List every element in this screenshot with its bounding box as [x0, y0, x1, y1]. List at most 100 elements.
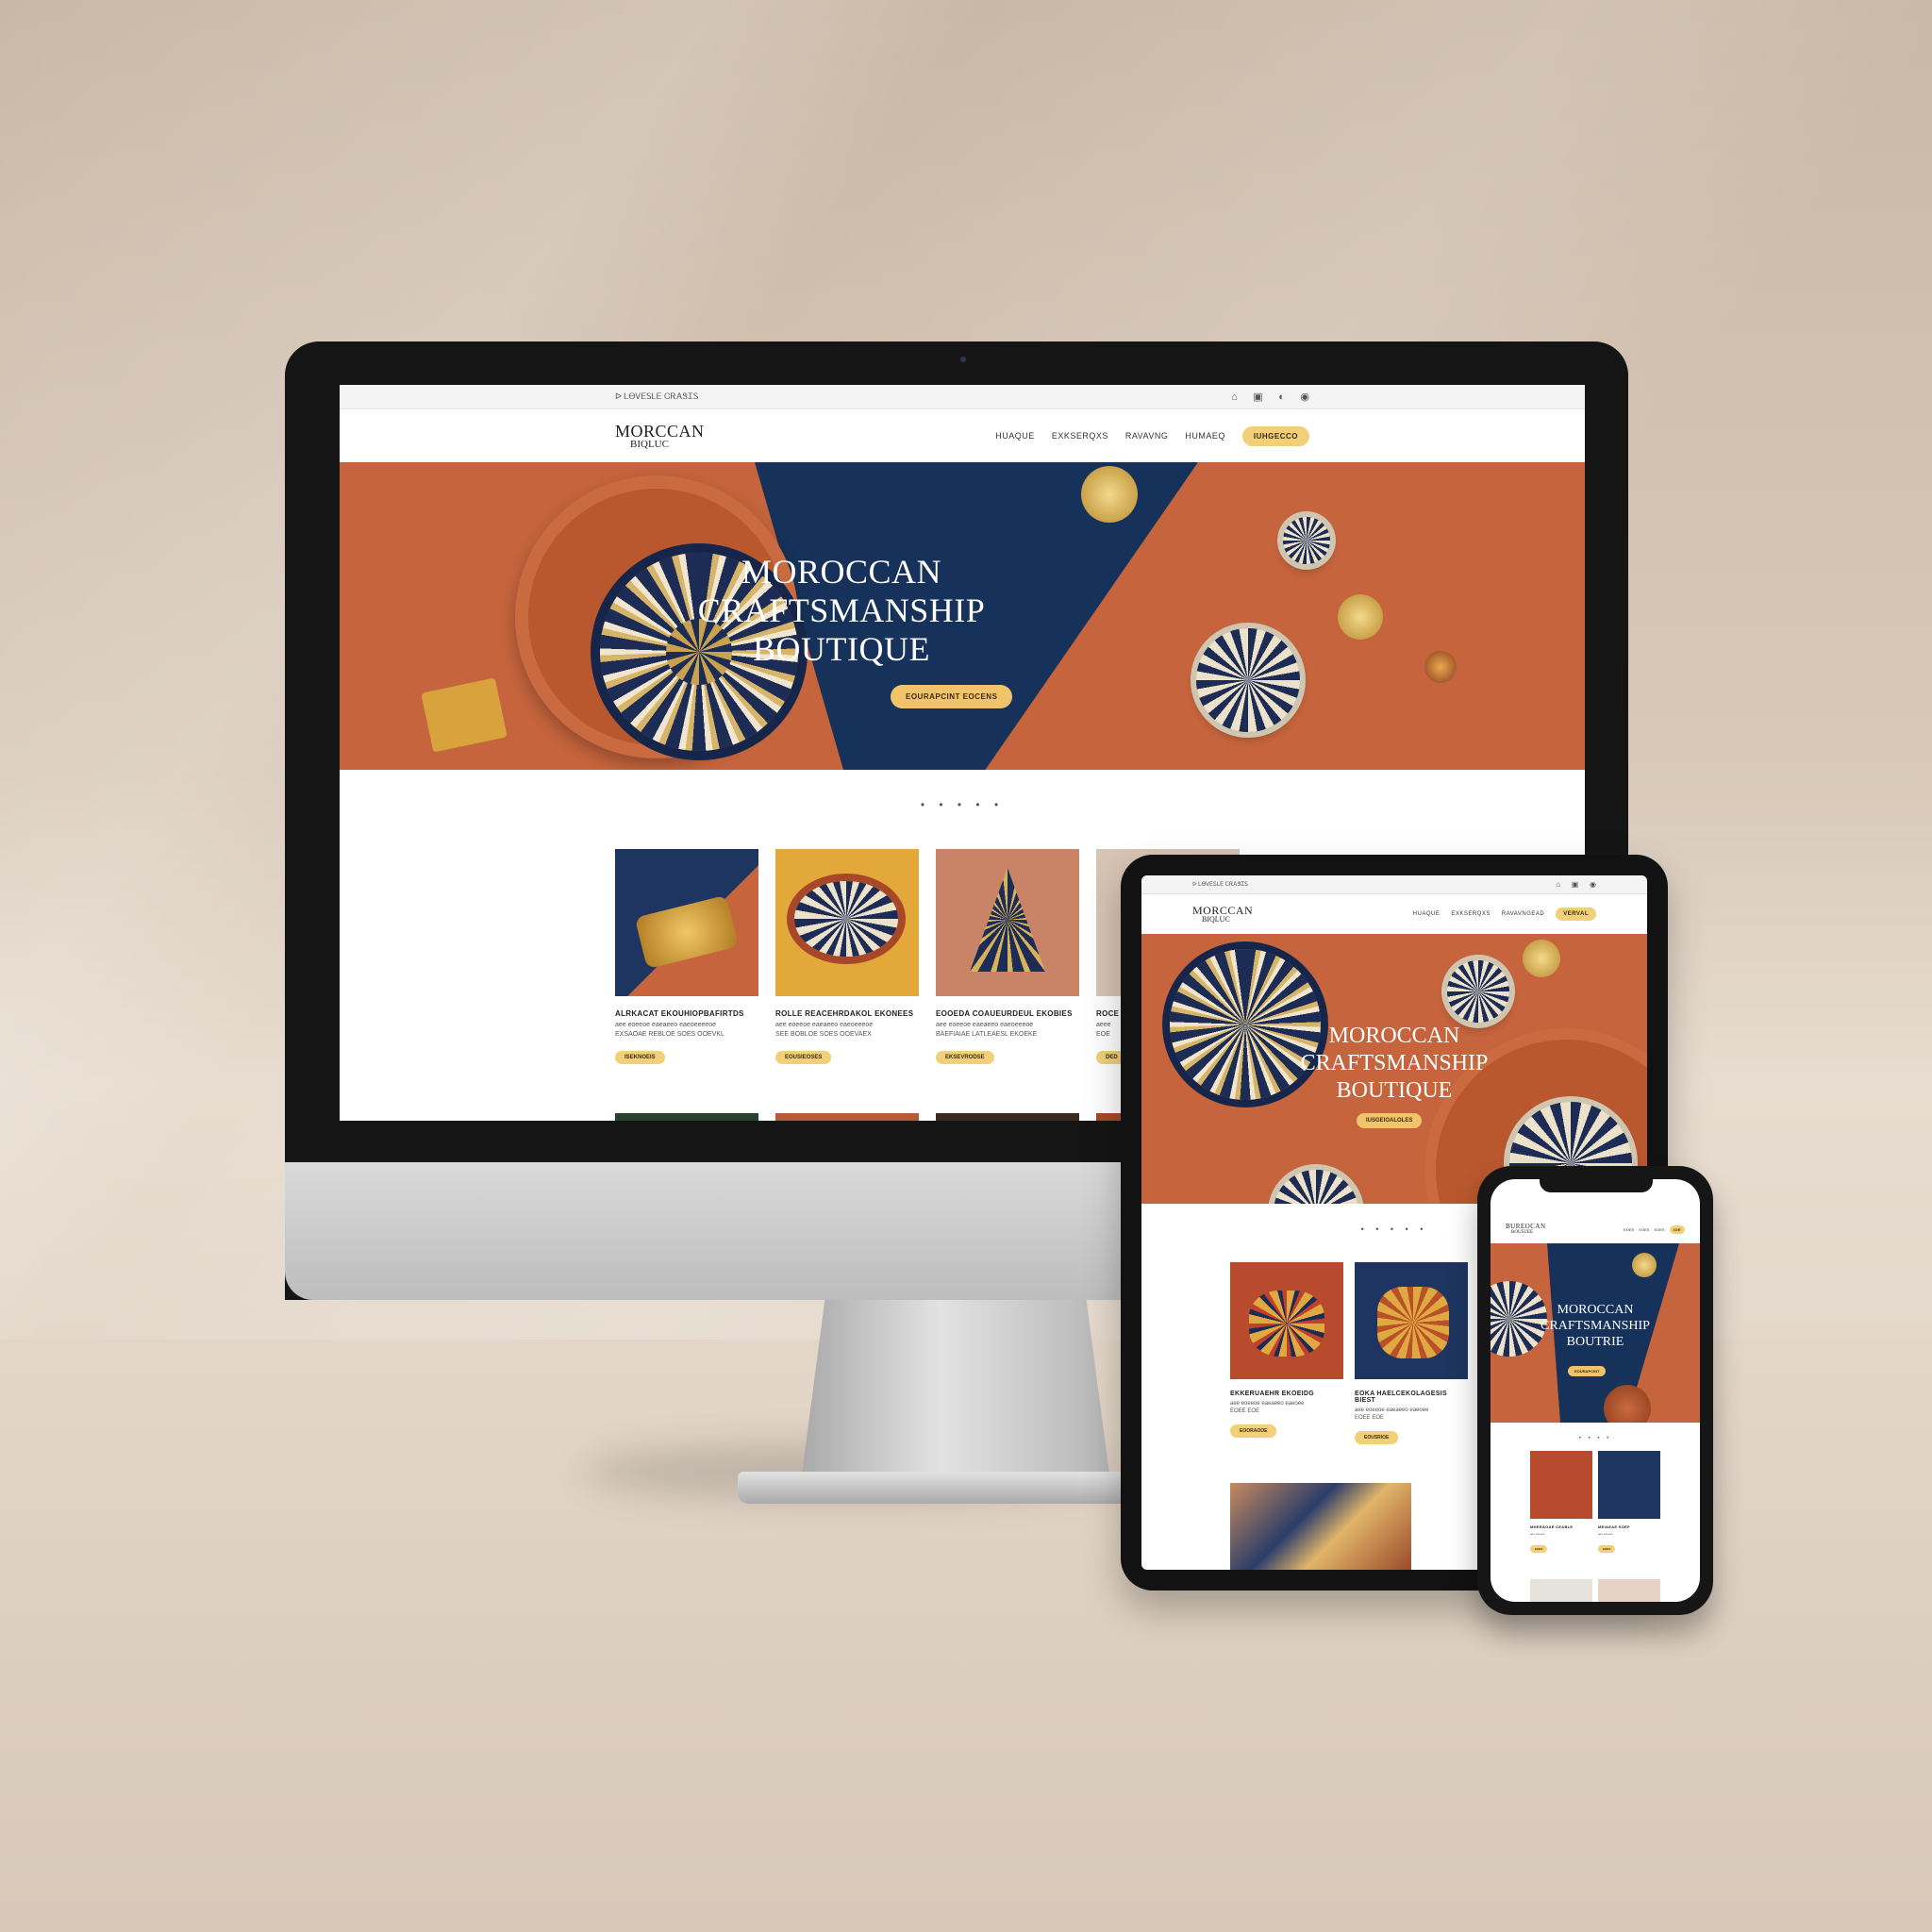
nav-link-3[interactable]: RAVAVNG: [1125, 431, 1169, 441]
product-thumb-peek[interactable]: [615, 1113, 758, 1121]
nav-link-2[interactable]: EOES: [1639, 1227, 1649, 1232]
product-image[interactable]: [936, 849, 1079, 996]
top-bar-text: ᐅ ᏞᎾᏙᎬᏚᏞᎬ ᏟᎡᎪᏕᏆᏚ: [615, 391, 699, 401]
hero-title: MOROCCAN CRAFTSMANSHIP BOUTIQUE: [340, 553, 1585, 669]
product-button[interactable]: EOUSRIOE: [1355, 1431, 1399, 1444]
logo-line-1: MORCCAN: [615, 421, 705, 441]
product-description: aee eoeeoe: [1530, 1532, 1545, 1536]
product-description: aee eoeeoe eaeaeeo eaeoeeeoe BAEFIAIAE LA…: [936, 1022, 1038, 1038]
phone-notch: [1540, 1175, 1653, 1192]
site-logo[interactable]: BUREOCAN BOUSUEE: [1506, 1223, 1546, 1236]
nav-link-3[interactable]: EOES: [1654, 1227, 1664, 1232]
nav-link-4[interactable]: HUMAEQ: [1185, 431, 1225, 441]
product-button[interactable]: EOORAOOE: [1230, 1424, 1277, 1438]
carousel-dots[interactable]: • • • •: [1491, 1436, 1700, 1441]
theme-icon[interactable]: ◐: [1278, 391, 1285, 403]
product-title: MEIAEAE SOEF: [1598, 1524, 1630, 1529]
nav-link-3[interactable]: RAVAVNGEAD: [1502, 911, 1544, 917]
terracotta-bowl: [1604, 1385, 1651, 1423]
desktop-top-bar: ᐅ ᏞᎾᏙᎬᏚᏞᎬ ᏟᎡᎪᏕᏆᏚ ⌂ ▣ ◐ ◉: [340, 385, 1585, 409]
product-card[interactable]: ROLLE REACEHRDAKOL EKONEES aee eoeeoe ea…: [775, 849, 919, 1064]
product-thumb-peek[interactable]: [936, 1113, 1079, 1121]
logo-line-2: BIQLUC: [630, 438, 669, 450]
product-image[interactable]: [615, 849, 758, 996]
product-description: aee eoeeoe eaeaeeo eaeoee EOEE EOE: [1230, 1401, 1305, 1414]
hero-title-line-3: BOUTIQUE: [753, 630, 930, 668]
hero-title: MOROCCAN CRAFTSMANSHIP BOUTRIE: [1491, 1302, 1700, 1350]
nav-links: HUAQUE EXKSERQXS RAVAVNGEAD VERVAL: [1413, 908, 1596, 921]
bottom-bowl: [1274, 1170, 1358, 1204]
top-bar-text: ᐅ ᏞᎾᏙᎬᏚᏞᎬ ᏟᎡᎪᏕᏆᏚ: [1192, 881, 1248, 888]
gold-dish: [1523, 940, 1560, 977]
window-icon[interactable]: ▣: [1572, 880, 1579, 889]
phone-nav: BUREOCAN BOUSUEE EOES EOES EOES IOE: [1491, 1219, 1700, 1240]
product-card[interactable]: MHERAOAE CEABLE aee eoeeoe EOES: [1530, 1451, 1592, 1555]
product-button[interactable]: EOES: [1598, 1545, 1616, 1553]
carousel-dots[interactable]: • • • • •: [340, 798, 1585, 817]
product-card[interactable]: EOKA HAELCEKOLAGESIS BIEST aee eoeeoe ea…: [1355, 1262, 1468, 1444]
nav-link-1[interactable]: HUAQUE: [995, 431, 1035, 441]
gold-sun-ornament: [1632, 1253, 1657, 1277]
product-grid: EKKERUAEHR EKOEIDG aee eoeeoe eaeaeeo ea…: [1230, 1262, 1468, 1444]
nav-cta-button[interactable]: IUHGECCO: [1241, 425, 1309, 446]
nav-links: HUAQUE EXKSERQXS RAVAVNG HUMAEQ IUHGECCO: [995, 425, 1309, 446]
nav-link-2[interactable]: EXKSERQXS: [1451, 911, 1491, 917]
nav-cta-button[interactable]: VERVAL: [1556, 908, 1596, 921]
product-card[interactable]: ALRKACAT EKOUHIOPBAFIRTDS aee eoeeoe eae…: [615, 849, 758, 1064]
nav-link-2[interactable]: EXKSERQXS: [1052, 431, 1108, 441]
product-description: aee eoeeoe eaeaeeo eaeoeeeeoe EXSAOAE REB…: [615, 1022, 724, 1038]
hero-title-line-3: BOUTRIE: [1566, 1335, 1624, 1349]
hero-title-line-1: MOROCCAN: [1557, 1303, 1634, 1317]
top-bar-icons: ⌂ ▣ ◐ ◉: [1218, 391, 1309, 403]
product-grid-row-2: [1530, 1579, 1660, 1602]
nav-cta-button[interactable]: IOE: [1669, 1224, 1685, 1234]
hero-cta-button[interactable]: EOURAPCINT: [1568, 1366, 1607, 1376]
home-icon[interactable]: ⌂: [1556, 880, 1560, 889]
site-logo[interactable]: MORCCAN BIQLUC: [615, 423, 705, 450]
product-description: aee eoeeoe eaeaeeo eaeoeeeoe SEE BOBLOE S…: [775, 1022, 874, 1038]
product-title: EOKA HAELCEKOLAGESIS BIEST: [1355, 1391, 1447, 1404]
product-title: MHERAOAE CEABLE: [1530, 1524, 1574, 1529]
product-thumb-peek[interactable]: [775, 1113, 919, 1121]
product-title: ROLLE REACEHRDAKOL EKONEES: [775, 1009, 914, 1018]
hero-gold-card: [421, 677, 508, 753]
hero-banner: MOROCCAN CRAFTSMANSHIP BOUTIQUE EOURAPCI…: [340, 462, 1585, 770]
product-image[interactable]: [775, 849, 919, 996]
logo-line-1: BUREOCAN: [1506, 1223, 1546, 1230]
product-image[interactable]: [1230, 1262, 1343, 1379]
hero-cta-button[interactable]: IUSGEIOALOLES: [1357, 1113, 1423, 1128]
product-title: EOOEDA COAUEURDEUL EKOBIES: [936, 1009, 1073, 1018]
product-image[interactable]: [1355, 1262, 1468, 1379]
product-card[interactable]: EKKERUAEHR EKOEIDG aee eoeeoe eaeaeeo ea…: [1230, 1262, 1343, 1444]
product-image[interactable]: [1530, 1451, 1592, 1519]
small-bowl: [1447, 960, 1509, 1023]
nav-link-1[interactable]: HUAQUE: [1413, 911, 1441, 917]
product-thumb-peek[interactable]: [1598, 1579, 1660, 1602]
product-card[interactable]: EOOEDA COAUEURDEUL EKOBIES aee eoeeoe ea…: [936, 849, 1079, 1064]
top-bar-icons: ⌂ ▣ ◉: [1546, 880, 1596, 889]
window-icon[interactable]: ▣: [1253, 391, 1262, 403]
product-description: aee eoeeoe eaeaeeo eaeoee EOEE EOE: [1355, 1407, 1429, 1421]
product-image[interactable]: [1598, 1451, 1660, 1519]
home-icon[interactable]: ⌂: [1231, 391, 1238, 403]
hero-cta-button[interactable]: EOURAPCINT EOCENS: [891, 685, 1013, 708]
monitor-stand-neck: [800, 1300, 1111, 1489]
product-title: ALRKACAT EKOUHIOPBAFIRTDS: [615, 1009, 744, 1018]
product-button[interactable]: EKSEVRODSE: [936, 1051, 994, 1064]
product-button[interactable]: EOES: [1530, 1545, 1548, 1553]
site-logo[interactable]: MORCCAN BIQLUC: [1192, 905, 1253, 924]
product-card[interactable]: MEIAEAE SOEF aee eoeeoe EOES: [1598, 1451, 1660, 1555]
logo-line-2: BIQLUC: [1202, 915, 1230, 924]
tablet-top-bar: ᐅ ᏞᎾᏙᎬᏚᏞᎬ ᏟᎡᎪᏕᏆᏚ ⌂ ▣ ◉: [1141, 875, 1647, 894]
featured-image[interactable]: [1230, 1483, 1411, 1570]
hero-title-line-2: CRAFTSMANSHIP: [1300, 1051, 1489, 1075]
product-thumb-peek[interactable]: [1530, 1579, 1592, 1602]
nav-link-1[interactable]: EOES: [1624, 1227, 1634, 1232]
phone-screen: BUREOCAN BOUSUEE EOES EOES EOES IOE MORO…: [1491, 1179, 1700, 1602]
product-button[interactable]: EOUSIEOSES: [775, 1051, 832, 1064]
account-icon[interactable]: ◉: [1300, 391, 1309, 403]
product-button[interactable]: ISEKNOEIS: [615, 1051, 665, 1064]
account-icon[interactable]: ◉: [1590, 880, 1596, 889]
webcam-dot: [960, 357, 966, 362]
hero-title: MOROCCAN CRAFTSMANSHIP BOUTIQUE: [1141, 1023, 1647, 1105]
